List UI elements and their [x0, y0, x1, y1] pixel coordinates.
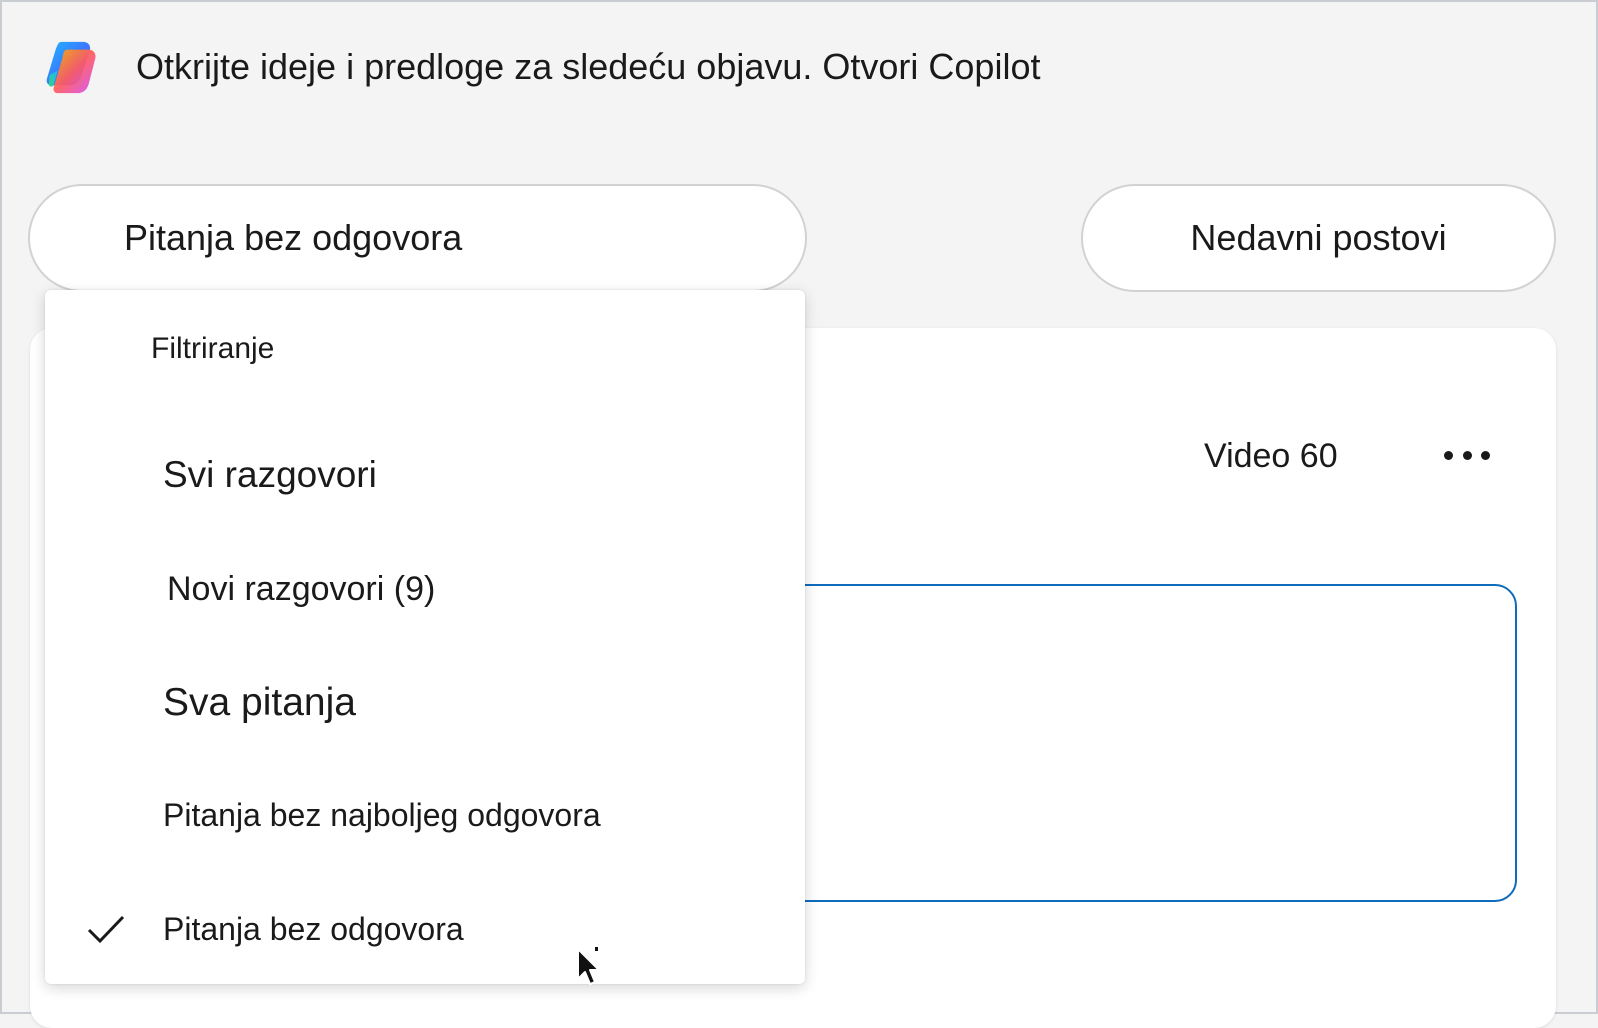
menu-item-label: Pitanja bez najboljeg odgovora: [163, 796, 601, 833]
checkmark-icon: [87, 915, 125, 944]
menu-item-label: Svi razgovori: [163, 454, 377, 495]
copilot-logo-icon: [46, 41, 96, 94]
menu-item-novi-razgovori[interactable]: Novi razgovori (9): [45, 544, 805, 634]
filter-dropdown-button[interactable]: Pitanja bez odgovora: [28, 184, 807, 292]
menu-item-label: Sva pitanja: [163, 681, 356, 724]
more-dot: [1462, 450, 1472, 460]
menu-item-label: Pitanja bez odgovora: [163, 910, 464, 947]
video-label: Video 60: [1204, 437, 1338, 475]
menu-item-label: Novi razgovori (9): [167, 569, 436, 608]
mouse-cursor-icon: [577, 947, 600, 985]
menu-item-svi-razgovori[interactable]: Svi razgovori: [45, 430, 805, 520]
more-dot: [1444, 450, 1453, 460]
more-dot: [1481, 450, 1490, 460]
more-options-icon[interactable]: [1444, 448, 1490, 462]
filter-dropdown-label: Pitanja bez odgovora: [124, 217, 463, 258]
filter-menu: Filtriranje Svi razgovori Novi razgovori…: [45, 290, 805, 984]
copilot-banner[interactable]: Otkrijte ideje i predloge za sledeću obj…: [44, 36, 1040, 98]
menu-header: Filtriranje: [151, 332, 275, 365]
menu-item-bez-odgovora[interactable]: Pitanja bez odgovora: [45, 884, 805, 974]
post-input-box[interactable]: [760, 584, 1517, 902]
menu-item-bez-najboljeg-odgovora[interactable]: Pitanja bez najboljeg odgovora: [45, 770, 805, 860]
recent-posts-label: Nedavni postovi: [1190, 217, 1447, 258]
banner-text[interactable]: Otkrijte ideje i predloge za sledeću obj…: [136, 46, 1040, 88]
recent-posts-button[interactable]: Nedavni postovi: [1081, 184, 1556, 292]
menu-item-sva-pitanja[interactable]: Sva pitanja: [45, 658, 805, 748]
